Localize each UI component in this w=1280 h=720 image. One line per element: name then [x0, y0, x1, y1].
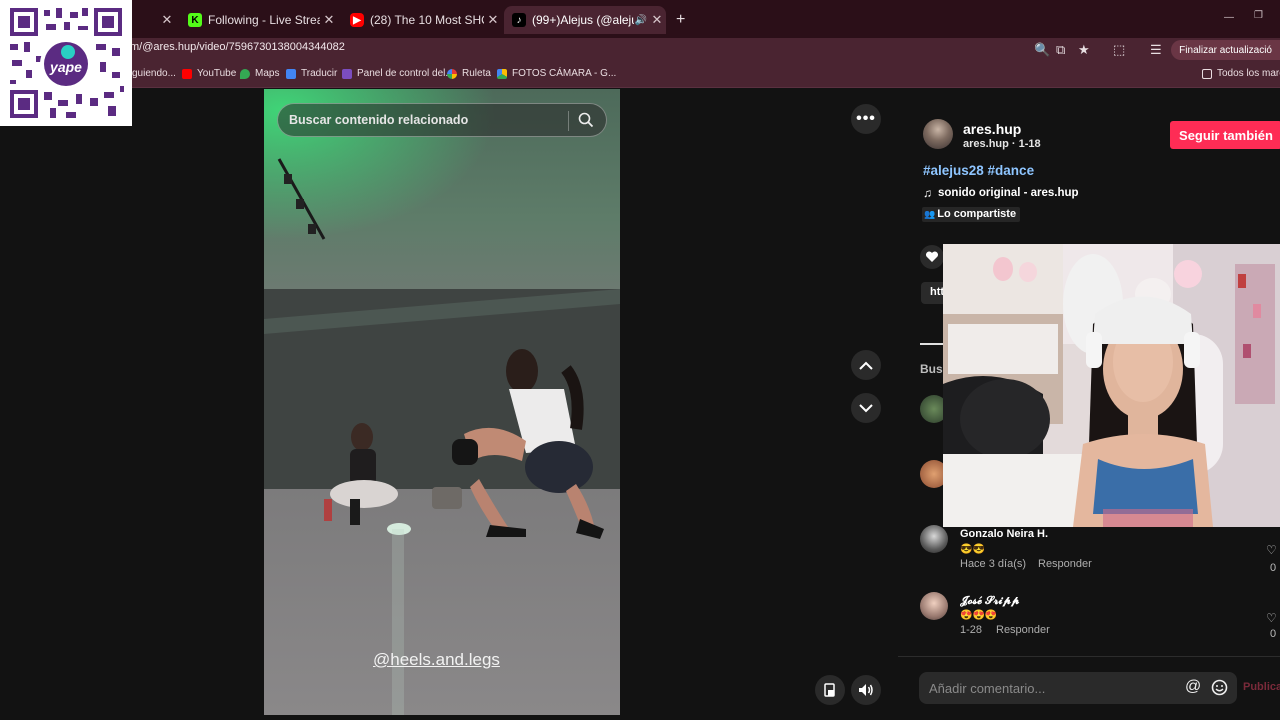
- tab-youtube[interactable]: ▶ (28) The 10 Most SHOCKING P ✕: [342, 6, 502, 34]
- like-count: 0: [1270, 628, 1277, 640]
- url-field[interactable]: m/@ares.hup/video/7596730138004344082: [130, 41, 345, 53]
- chevron-down-icon: [859, 403, 873, 412]
- youtube-icon: ▶: [350, 13, 364, 27]
- bookmark-all[interactable]: Todos los marcad: [1202, 68, 1280, 79]
- update-button[interactable]: Finalizar actualizació: [1171, 40, 1280, 60]
- tab-kick[interactable]: K Following - Live Streams on Kic ✕: [180, 6, 338, 34]
- yape-logo: yape: [49, 59, 82, 75]
- search-divider: [568, 111, 569, 131]
- follow-button[interactable]: Seguir también: [1170, 121, 1280, 149]
- bookmark-star-icon[interactable]: ★: [1078, 42, 1090, 58]
- author-avatar[interactable]: [923, 119, 953, 149]
- related-search-input[interactable]: Buscar contenido relacionado: [277, 103, 607, 137]
- comment-avatar[interactable]: [920, 592, 948, 620]
- more-options-button[interactable]: •••: [851, 104, 881, 134]
- mention-icon[interactable]: @: [1185, 678, 1201, 696]
- close-icon[interactable]: ✕: [484, 12, 502, 28]
- video-watermark: @heels.and.legs: [373, 650, 500, 669]
- cast-icon[interactable]: ⧉: [1056, 42, 1065, 58]
- bookmark-panel[interactable]: Panel de control del...: [342, 68, 454, 79]
- restore-icon[interactable]: ❐: [1254, 10, 1263, 21]
- bookmarks-bar: guiendo... YouTube Maps Traducir Panel d…: [0, 62, 1280, 88]
- bookmark-maps[interactable]: Maps: [240, 68, 279, 79]
- ruleta-icon: [447, 68, 457, 79]
- maps-icon: [240, 68, 250, 79]
- minimize-icon[interactable]: —: [1224, 12, 1234, 23]
- comment-author[interactable]: Gonzalo Neira H.: [960, 528, 1048, 540]
- author-subtitle: ares.hup · 1-18: [963, 138, 1041, 150]
- volume-button[interactable]: [851, 675, 881, 705]
- comment-author[interactable]: 𝓙𝓸𝓼𝓮́ 𝓢𝓻𝓲𝓹𝓹: [960, 595, 1019, 608]
- new-tab-button[interactable]: +: [668, 6, 692, 34]
- publish-button[interactable]: Publica: [1243, 681, 1280, 693]
- webcam-overlay: [943, 244, 1280, 527]
- hashtags[interactable]: #alejus28 #dance: [923, 163, 1034, 178]
- tab-indicator: [920, 343, 944, 345]
- reply-button[interactable]: Responder: [1038, 558, 1092, 570]
- drive-icon: [497, 68, 507, 79]
- search-label: Bus: [920, 362, 943, 376]
- speaker-icon[interactable]: 🔊: [634, 15, 648, 26]
- bookmark-ruleta[interactable]: Ruleta: [447, 68, 491, 79]
- search-icon[interactable]: [578, 112, 594, 133]
- author-username[interactable]: ares.hup: [963, 121, 1021, 137]
- ellipsis-icon: •••: [856, 110, 876, 127]
- queue-icon[interactable]: ☰: [1150, 42, 1162, 58]
- kick-icon: K: [188, 13, 202, 27]
- pip-icon: [824, 683, 835, 697]
- heart-outline-icon[interactable]: ♡: [1266, 611, 1277, 625]
- heart-icon: [925, 251, 939, 262]
- shared-avatars-icon: 👥: [924, 209, 936, 219]
- previous-video-button[interactable]: [851, 350, 881, 380]
- shared-badge: 👥 Lo compartiste: [922, 207, 1021, 222]
- music-note-icon: ♫: [923, 186, 932, 200]
- chevron-up-icon: [859, 361, 873, 370]
- folder-icon: [1202, 68, 1212, 79]
- panel-icon: [342, 68, 352, 79]
- close-icon[interactable]: ✕: [648, 12, 666, 28]
- browser-tab-bar: ✕ K Following - Live Streams on Kic ✕ ▶ …: [0, 0, 1280, 38]
- speaker-icon: [859, 684, 873, 696]
- comment-input[interactable]: Añadir comentario... @: [919, 672, 1237, 704]
- comment-time: 1-28: [960, 624, 983, 636]
- bookmark-youtube[interactable]: YouTube: [182, 68, 236, 79]
- sound-link[interactable]: ♫ sonido original - ares.hup: [923, 186, 1079, 200]
- close-icon[interactable]: ✕: [158, 12, 176, 28]
- comment-time: Hace 3 día(s): [960, 558, 1027, 570]
- like-count: 0: [1270, 562, 1277, 574]
- bookmark-fotos[interactable]: FOTOS CÁMARA - G...: [497, 68, 616, 79]
- heart-outline-icon[interactable]: ♡: [1266, 543, 1277, 557]
- reply-button[interactable]: Responder: [996, 624, 1050, 636]
- video-player[interactable]: [264, 89, 620, 715]
- like-button[interactable]: [920, 245, 944, 269]
- tiktok-icon: ♪: [512, 13, 526, 27]
- bookmark-following[interactable]: guiendo...: [132, 68, 176, 79]
- bookmark-translate[interactable]: Traducir: [286, 68, 337, 79]
- tab-tiktok[interactable]: ♪ (99+)Alejus (@alejus 🔊 ✕: [504, 6, 666, 34]
- emoji-icon[interactable]: [1211, 679, 1228, 701]
- zoom-icon[interactable]: 🔍: [1034, 42, 1050, 58]
- address-bar: m/@ares.hup/video/7596730138004344082 🔍 …: [0, 38, 1280, 62]
- extensions-icon[interactable]: ⬚: [1113, 42, 1125, 58]
- youtube-icon: [182, 68, 192, 79]
- comment-text: 😍😍😍: [960, 610, 998, 621]
- divider: [898, 656, 1280, 657]
- yape-qr-code: yape: [0, 0, 132, 126]
- tab-0[interactable]: ✕: [132, 6, 176, 34]
- comment-text: 😎😎: [960, 544, 985, 555]
- comment-avatar[interactable]: [920, 525, 948, 553]
- translate-icon: [286, 68, 296, 79]
- pip-button[interactable]: [815, 675, 845, 705]
- next-video-button[interactable]: [851, 393, 881, 423]
- close-icon[interactable]: ✕: [320, 12, 338, 28]
